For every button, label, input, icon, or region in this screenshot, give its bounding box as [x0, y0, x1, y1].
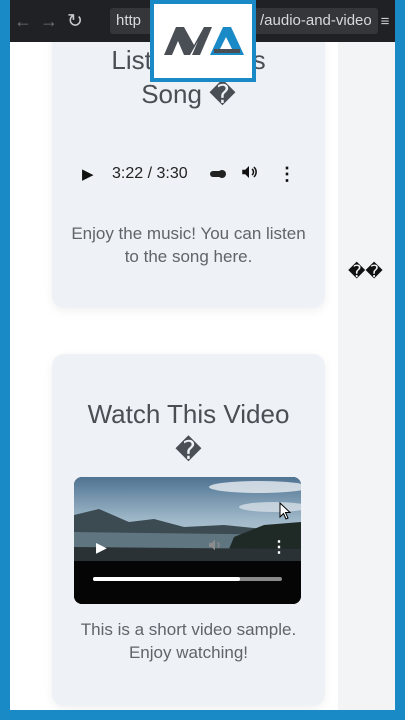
audio-player[interactable]: ▶ 3:22 / 3:30 ⋮ — [78, 152, 300, 196]
volume-icon[interactable] — [240, 163, 258, 186]
more-options-icon[interactable]: ⋮ — [278, 164, 296, 185]
back-icon[interactable]: ← — [10, 0, 36, 42]
video-progress-bar[interactable] — [93, 577, 282, 581]
video-card: Watch This Video � ▶ ⋮ This is a short v… — [52, 354, 325, 706]
video-play-icon[interactable]: ▶ — [96, 539, 107, 556]
page-gutter — [338, 42, 395, 710]
url-text-start: http — [116, 12, 142, 29]
logo-mark — [164, 27, 244, 55]
video-player[interactable]: ▶ ⋮ — [74, 477, 301, 604]
audio-time: 3:22 / 3:30 — [112, 165, 188, 182]
logo — [150, 0, 256, 82]
video-card-title: Watch This Video — [87, 399, 290, 429]
play-icon[interactable]: ▶ — [82, 165, 112, 183]
video-frame-image — [74, 477, 301, 561]
page-content: Listen to This Song � ▶ 3:22 / 3:30 ⋮ En… — [20, 2, 338, 710]
video-volume-icon[interactable] — [206, 537, 224, 558]
audio-card-title-line2: Song � — [141, 79, 236, 109]
video-progress-fill — [93, 577, 241, 581]
url-text-end: /audio-and-video — [260, 12, 372, 29]
audio-card-description: Enjoy the music! You can listen to the s… — [71, 224, 306, 266]
stray-glyph: �� — [348, 262, 383, 282]
mouse-cursor-icon — [279, 502, 291, 520]
video-card-description: This is a short video sample. Enjoy watc… — [80, 620, 297, 662]
audio-volume-slider[interactable] — [210, 170, 226, 178]
forward-icon[interactable]: → — [36, 0, 62, 42]
menu-icon[interactable]: ≡ — [375, 0, 395, 42]
video-more-options-icon[interactable]: ⋮ — [271, 537, 287, 557]
video-card-title-line2: � — [175, 435, 202, 465]
screen-frame: Listen to This Song � ▶ 3:22 / 3:30 ⋮ En… — [10, 0, 395, 710]
reload-icon[interactable]: ↻ — [62, 0, 88, 42]
